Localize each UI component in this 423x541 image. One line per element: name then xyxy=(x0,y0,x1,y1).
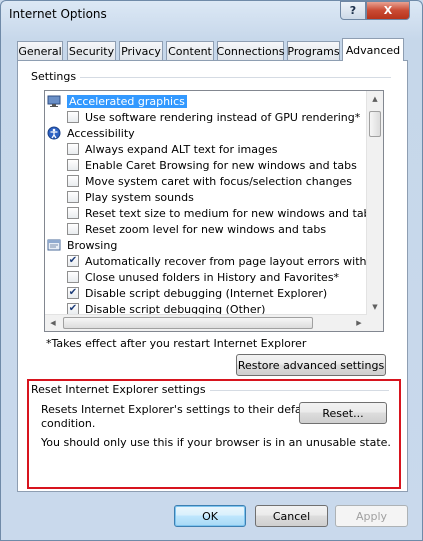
category-label: Browsing xyxy=(67,238,118,252)
apply-button[interactable]: Apply xyxy=(335,505,408,527)
reset-warning-text: You should only use this if your browser… xyxy=(41,436,391,449)
tab-privacy[interactable]: Privacy xyxy=(119,41,163,60)
horizontal-scrollbar[interactable]: ◀ ▶ xyxy=(45,314,367,331)
reset-description-line1: Resets Internet Explorer's settings to t… xyxy=(41,403,316,416)
scroll-right-arrow-icon[interactable]: ▶ xyxy=(351,315,367,331)
settings-option-row[interactable]: Close unused folders in History and Favo… xyxy=(67,269,339,285)
option-label: Move system caret with focus/selection c… xyxy=(85,174,352,188)
tab-advanced[interactable]: Advanced xyxy=(342,38,404,61)
reset-group-rule xyxy=(189,390,389,391)
restart-footnote: *Takes effect after you restart Internet… xyxy=(46,337,307,350)
restore-button-label: Restore advanced settings xyxy=(237,358,385,372)
option-label: Play system sounds xyxy=(85,190,194,204)
reset-button-label: Reset... xyxy=(322,406,364,420)
checkbox-checked[interactable]: ✔ xyxy=(67,255,79,267)
settings-option-row[interactable]: Enable Caret Browsing for new windows an… xyxy=(67,157,357,173)
scrollbar-corner xyxy=(367,315,383,331)
close-button[interactable]: X xyxy=(366,1,410,20)
tab-connections[interactable]: Connections xyxy=(217,41,285,60)
settings-option-row[interactable]: Reset text size to medium for new window… xyxy=(67,205,376,221)
settings-category-row[interactable]: Accelerated graphics xyxy=(47,93,188,109)
option-label: Automatically recover from page layout e… xyxy=(85,254,384,268)
checkbox-unchecked[interactable] xyxy=(67,143,79,155)
tab-security[interactable]: Security xyxy=(67,41,116,60)
settings-option-row[interactable]: Always expand ALT text for images xyxy=(67,141,278,157)
checkbox-unchecked[interactable] xyxy=(67,207,79,219)
option-label: Reset text size to medium for new window… xyxy=(85,206,377,220)
tab-content[interactable]: Content xyxy=(166,41,214,60)
accessibility-icon xyxy=(47,126,61,140)
settings-tree-list[interactable]: ✔ Disable script debugging (Other) ✔ Disabl… xyxy=(44,90,384,332)
option-label: Reset zoom level for new windows and tab… xyxy=(85,222,327,236)
ok-button[interactable]: OK xyxy=(174,505,246,527)
checkbox-checked[interactable]: ✔ xyxy=(67,287,79,299)
reset-group-label: Reset Internet Explorer settings xyxy=(31,383,210,396)
category-label: Accessibility xyxy=(67,126,135,140)
settings-category-row[interactable]: Accessibility xyxy=(47,125,135,141)
settings-option-row[interactable]: ✔ Disable script debugging (Internet Expl… xyxy=(67,285,327,301)
cancel-button[interactable]: Cancel xyxy=(255,505,328,527)
vertical-scrollbar[interactable]: ▲ ▼ xyxy=(366,91,383,315)
category-label: Accelerated graphics xyxy=(66,93,188,109)
help-button[interactable]: ? xyxy=(340,1,366,20)
checkbox-unchecked[interactable] xyxy=(67,111,79,123)
settings-option-row[interactable]: Reset zoom level for new windows and tab… xyxy=(67,221,326,237)
scroll-left-arrow-icon[interactable]: ◀ xyxy=(45,315,61,331)
option-label: Close unused folders in History and Favo… xyxy=(85,270,340,284)
settings-group-rule xyxy=(73,77,391,78)
reset-description-line2: condition. xyxy=(41,417,96,430)
scroll-down-arrow-icon[interactable]: ▼ xyxy=(367,299,383,315)
checkbox-unchecked[interactable] xyxy=(67,223,79,235)
option-label: Enable Caret Browsing for new windows an… xyxy=(85,158,357,172)
settings-option-row[interactable]: Play system sounds xyxy=(67,189,194,205)
settings-category-row[interactable]: Browsing xyxy=(47,237,117,253)
browsing-icon xyxy=(47,238,61,252)
restore-advanced-settings-button[interactable]: Restore advanced settings xyxy=(236,354,386,376)
window-title: Internet Options xyxy=(9,7,107,21)
settings-option-row[interactable]: Use software rendering instead of GPU re… xyxy=(67,109,360,125)
option-label: Use software rendering instead of GPU re… xyxy=(85,110,361,124)
scroll-up-arrow-icon[interactable]: ▲ xyxy=(367,91,383,107)
tab-general[interactable]: General xyxy=(17,41,63,60)
settings-option-row[interactable]: ✔ Automatically recover from page layout … xyxy=(67,253,384,269)
settings-option-row[interactable]: Move system caret with focus/selection c… xyxy=(67,173,352,189)
checkbox-unchecked[interactable] xyxy=(67,271,79,283)
settings-group-label: Settings xyxy=(31,70,81,83)
horizontal-scroll-thumb[interactable] xyxy=(63,317,313,329)
vertical-scroll-thumb[interactable] xyxy=(369,111,381,137)
checkbox-unchecked[interactable] xyxy=(67,191,79,203)
checkbox-unchecked[interactable] xyxy=(67,175,79,187)
reset-button[interactable]: Reset... xyxy=(299,402,387,424)
tab-programs[interactable]: Programs xyxy=(287,41,340,60)
display-icon xyxy=(47,94,61,108)
option-label: Disable script debugging (Internet Explo… xyxy=(85,286,328,300)
checkbox-unchecked[interactable] xyxy=(67,159,79,171)
internet-options-window: Internet Options ? X General Security Pr… xyxy=(0,0,423,541)
option-label: Always expand ALT text for images xyxy=(85,142,278,156)
